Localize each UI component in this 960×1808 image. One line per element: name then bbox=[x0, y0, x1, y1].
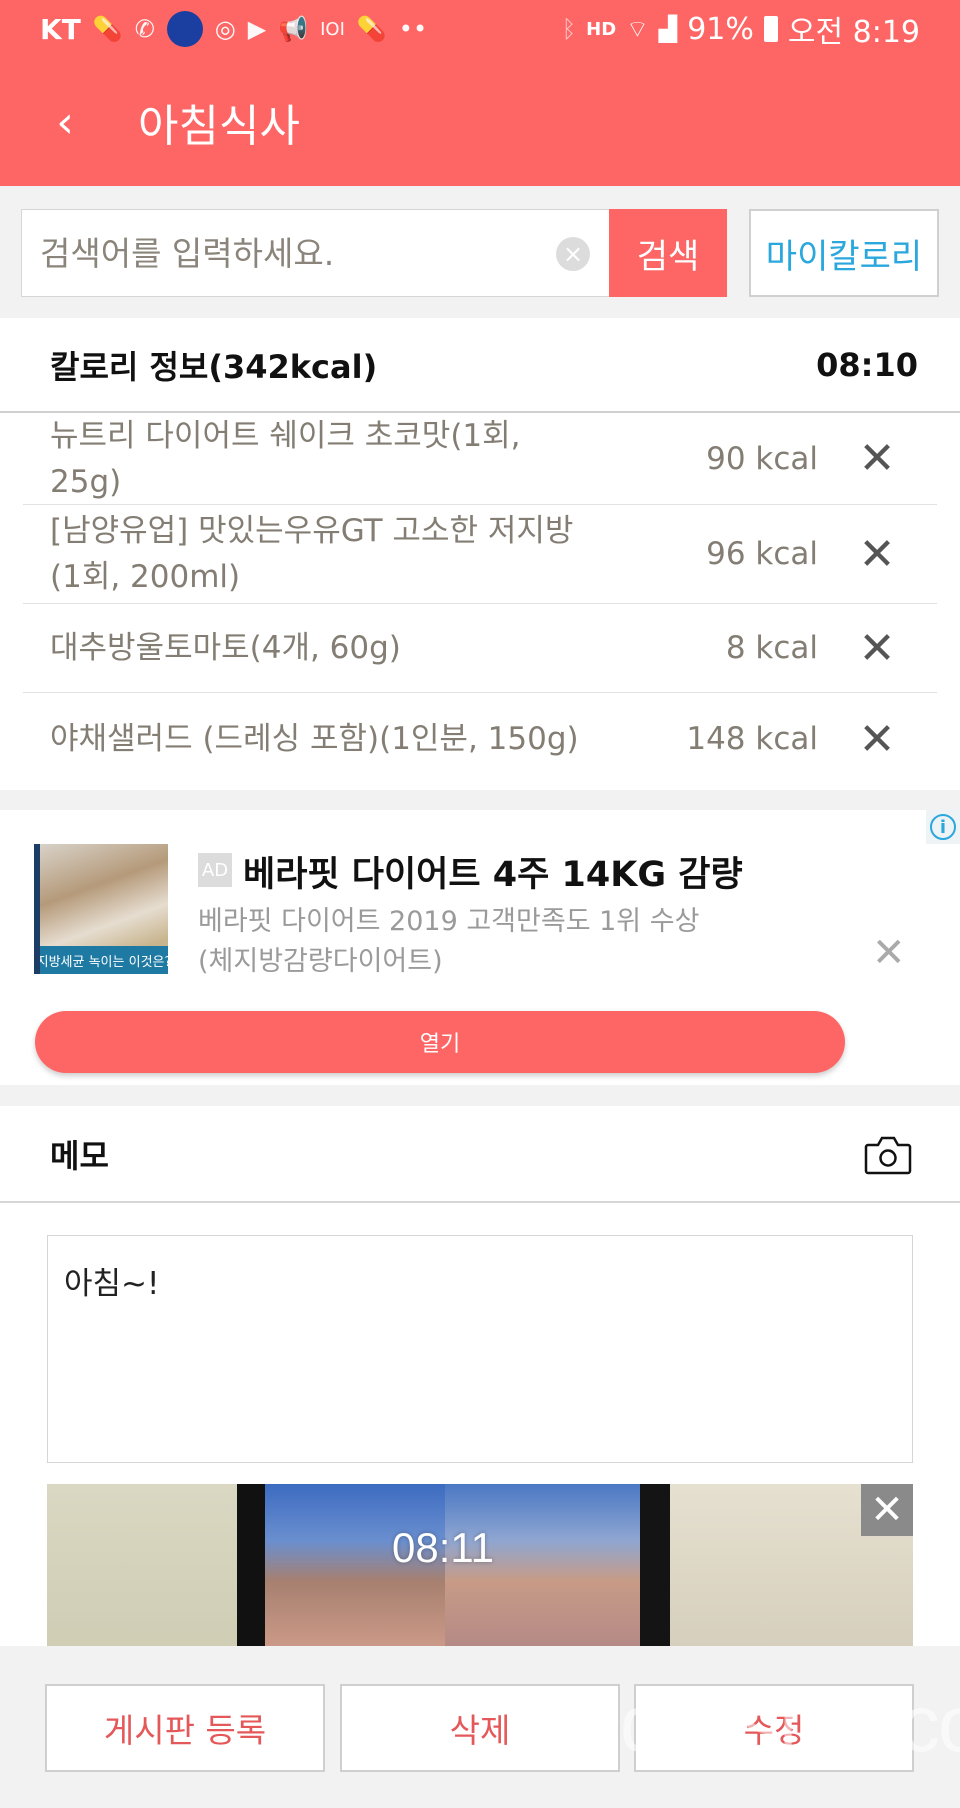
ad-banner[interactable]: i 지방세균 녹이는 이것은? AD 베라핏 다이어트 4주 14KG 감량 베… bbox=[0, 810, 960, 1085]
food-item[interactable]: 대추방울토마토(4개, 60g) 8 kcal ✕ bbox=[23, 604, 937, 693]
remove-photo-icon[interactable]: ✕ bbox=[861, 1484, 913, 1536]
battery-percent: 91% bbox=[687, 11, 754, 47]
search-input[interactable] bbox=[22, 210, 522, 296]
more-dots-icon: •• bbox=[398, 15, 428, 43]
phone-whowho-icon: ✆ bbox=[134, 15, 155, 43]
delete-button[interactable]: 삭제 bbox=[340, 1684, 620, 1772]
food-kcal: 148 kcal bbox=[686, 721, 818, 757]
food-name: [남양유업] 맛있는우유GT 고소한 저지방(1회, 200ml) bbox=[50, 513, 574, 595]
search-button[interactable]: 검색 bbox=[609, 209, 727, 297]
delete-food-icon[interactable]: ✕ bbox=[818, 714, 936, 765]
food-list: 뉴트리 다이어트 쉐이크 초코맛(1회, 25g) 90 kcal ✕ [남양유… bbox=[0, 413, 960, 785]
signal-icon: ▟ bbox=[658, 15, 678, 43]
ad-image-caption: 지방세균 녹이는 이것은? bbox=[40, 946, 168, 974]
meal-time[interactable]: 08:10 bbox=[816, 346, 918, 384]
status-bar: KT 💊 ✆ ◎ ▶ 📢 IOI 💊 •• ᛒ HD ⌔ ▟ 91% 오전 8:… bbox=[0, 0, 960, 58]
memo-title: 메모 bbox=[50, 1136, 109, 1175]
food-item[interactable]: [남양유업] 맛있는우유GT 고소한 저지방(1회, 200ml) 96 kca… bbox=[23, 505, 937, 604]
delete-food-icon[interactable]: ✕ bbox=[818, 623, 936, 674]
calorie-info-title: 칼로리 정보(342kcal) bbox=[50, 347, 378, 386]
clear-search-icon[interactable]: × bbox=[556, 237, 590, 271]
food-item[interactable]: 뉴트리 다이어트 쉐이크 초코맛(1회, 25g) 90 kcal ✕ bbox=[23, 413, 937, 505]
food-name: 대추방울토마토(4개, 60g) bbox=[50, 630, 401, 666]
food-kcal: 8 kcal bbox=[725, 630, 818, 666]
wifi-icon: ⌔ bbox=[626, 15, 649, 43]
ad-description: 베라핏 다이어트 2019 고객만족도 1위 수상(체지방감량다이어트) bbox=[198, 906, 700, 977]
carrier-label: KT bbox=[40, 12, 81, 46]
ioi-icon: IOI bbox=[320, 18, 345, 40]
attached-photo[interactable]: 08:11 ✕ bbox=[47, 1484, 913, 1646]
delete-food-icon[interactable]: ✕ bbox=[818, 529, 936, 580]
delete-food-icon[interactable]: ✕ bbox=[818, 433, 936, 484]
ad-badge: AD bbox=[198, 853, 232, 887]
ad-image[interactable]: 지방세균 녹이는 이것은? bbox=[34, 844, 168, 974]
memo-textarea[interactable]: 아침~! bbox=[47, 1235, 913, 1463]
pill-icon: 💊 bbox=[92, 15, 123, 43]
ad-headline[interactable]: 베라핏 다이어트 4주 14KG 감량 bbox=[243, 846, 743, 897]
info-icon: i bbox=[930, 814, 956, 840]
search-row: × 검색 마이칼로리 bbox=[0, 186, 960, 318]
calorie-info-header: 칼로리 정보(342kcal) 08:10 bbox=[0, 318, 960, 413]
back-arrow-icon: ‹ bbox=[56, 96, 74, 148]
youtube-icon: ▶ bbox=[247, 15, 267, 43]
food-item[interactable]: 야채샐러드 (드레싱 포함)(1인분, 150g) 148 kcal ✕ bbox=[23, 693, 937, 785]
ad-open-button[interactable]: 열기 bbox=[35, 1011, 845, 1073]
my-calorie-button[interactable]: 마이칼로리 bbox=[749, 209, 939, 297]
bottom-action-bar: 게시판 등록 삭제 수정 dietshin.com bbox=[0, 1648, 960, 1808]
ad-info-button[interactable]: i bbox=[926, 810, 960, 844]
food-kcal: 90 kcal bbox=[706, 440, 818, 477]
food-name: 뉴트리 다이어트 쉐이크 초코맛(1회, 25g) bbox=[50, 417, 521, 500]
jooni-app-icon bbox=[166, 11, 203, 47]
food-kcal: 96 kcal bbox=[706, 536, 818, 572]
ad-close-icon[interactable]: ✕ bbox=[872, 930, 906, 976]
hd-voice-icon: HD bbox=[586, 18, 617, 40]
app-bar: ‹ 아침식사 bbox=[0, 58, 960, 186]
search-box: × bbox=[21, 209, 611, 297]
bluetooth-icon: ᛒ bbox=[561, 15, 577, 43]
food-name: 야채샐러드 (드레싱 포함)(1인분, 150g) bbox=[50, 721, 579, 757]
status-left: KT 💊 ✆ ◎ ▶ 📢 IOI 💊 •• bbox=[40, 11, 562, 47]
pill-icon: 💊 bbox=[356, 15, 387, 43]
camera-icon[interactable] bbox=[864, 1133, 912, 1175]
megaphone-icon: 📢 bbox=[278, 15, 309, 43]
calorie-info-section: 칼로리 정보(342kcal) 08:10 뉴트리 다이어트 쉐이크 초코맛(1… bbox=[0, 318, 960, 790]
dashin-app-icon: ◎ bbox=[214, 15, 236, 43]
status-right: ᛒ HD ⌔ ▟ 91% 오전 8:19 bbox=[562, 7, 920, 51]
clock: 오전 8:19 bbox=[787, 15, 920, 50]
memo-header: 메모 bbox=[0, 1106, 960, 1203]
page-title: 아침식사 bbox=[138, 101, 300, 152]
battery-icon bbox=[763, 16, 778, 42]
edit-button[interactable]: 수정 bbox=[634, 1684, 914, 1772]
register-board-button[interactable]: 게시판 등록 bbox=[45, 1684, 325, 1772]
photo-clock-text: 08:11 bbox=[392, 1524, 494, 1571]
memo-section: 메모 아침~! 08:11 ✕ bbox=[0, 1106, 960, 1646]
